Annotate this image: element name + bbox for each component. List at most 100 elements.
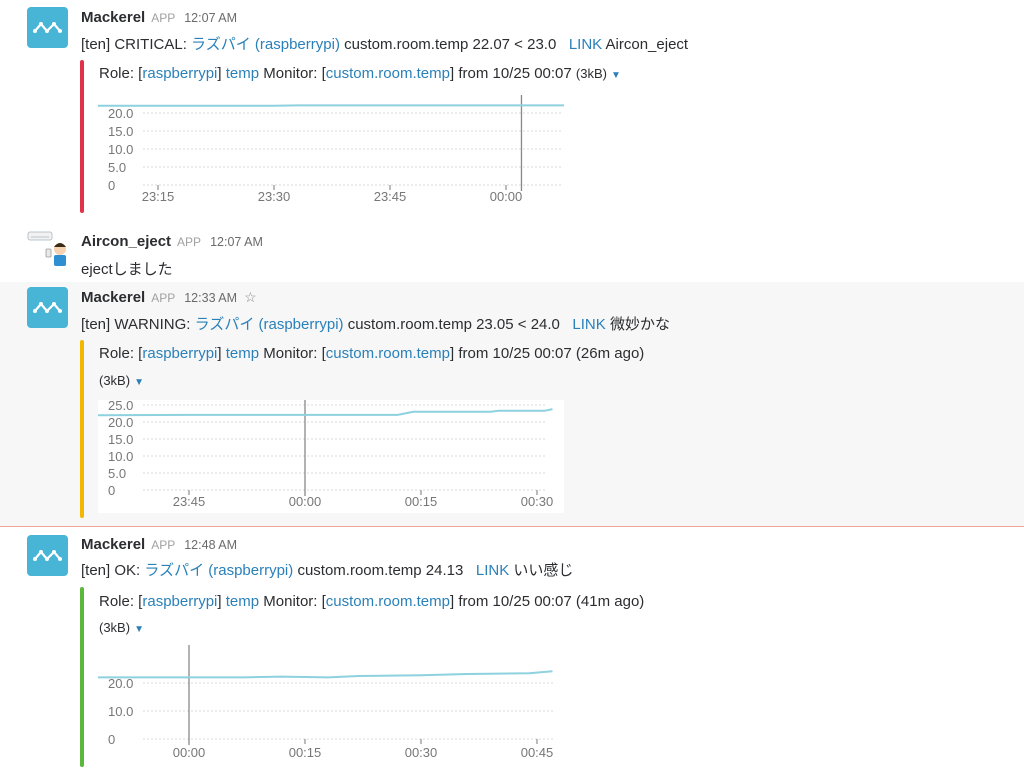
relative-time: (41m ago) (571, 593, 645, 610)
alert-note: Aircon_eject (605, 36, 689, 53)
alert-prefix: [ten] CRITICAL: (81, 36, 192, 53)
monitor-label: Monitor: [ (259, 593, 326, 610)
attachment-title: Role: [raspberrypi] temp Monitor: [custo… (99, 593, 644, 610)
message-header: Mackerel APP 12:07 AM (81, 9, 237, 26)
app-badge: APP (177, 235, 202, 249)
aircon-illustration-icon (27, 231, 66, 266)
role-link[interactable]: temp (226, 65, 259, 82)
host-link[interactable]: ラズパイ (raspberrypi) (195, 316, 344, 333)
alert-link[interactable]: LINK (569, 36, 602, 53)
attachment-bar-ok (80, 587, 84, 767)
alert-link[interactable]: LINK (476, 562, 509, 579)
graph-image[interactable]: 20.0 10.0 0 00:00 00:15 00:30 00:45 (98, 645, 564, 765)
monitor-link[interactable]: custom.room.temp (326, 65, 450, 82)
sender-name[interactable]: Mackerel (81, 9, 145, 26)
alert-note: いい感じ (513, 562, 574, 579)
message-header: Aircon_eject APP 12:07 AM (81, 233, 263, 250)
role-bracket: ] (217, 65, 226, 82)
y-tick-label: 20.0 (108, 106, 133, 121)
expand-caret-icon[interactable]: ▼ (134, 624, 144, 635)
attachment-title: Role: [raspberrypi] temp Monitor: [custo… (99, 345, 644, 362)
role-bracket: ] (217, 345, 226, 362)
star-icon[interactable]: ☆ (244, 289, 257, 305)
monitor-from: ] from 10/25 00:07 (450, 345, 572, 362)
mackerel-avatar[interactable] (27, 287, 68, 328)
y-tick-label: 25.0 (108, 400, 133, 413)
temperature-chart: 20.0 15.0 10.0 5.0 0 23:15 23:30 23:45 00:00 (98, 95, 564, 204)
timestamp[interactable]: 12:48 AM (184, 538, 237, 552)
message-header: Mackerel APP 12:48 AM (81, 536, 237, 553)
x-tick-label: 00:45 (521, 745, 554, 760)
monitor-label: Monitor: [ (259, 65, 326, 82)
x-tick-label: 00:00 (490, 189, 523, 204)
message-ok: Mackerel APP 12:48 AM [ten] OK: ラズパイ (rasp… (0, 527, 1024, 775)
mackerel-logo-icon (33, 22, 62, 33)
monitor-link[interactable]: custom.room.temp (326, 345, 450, 362)
service-link[interactable]: raspberrypi (142, 593, 217, 610)
graph-image[interactable]: 20.0 15.0 10.0 5.0 0 23:15 23:30 23:45 00:00 (98, 95, 564, 208)
host-link[interactable]: ラズパイ (raspberrypi) (191, 36, 340, 53)
alert-prefix: [ten] WARNING: (81, 316, 195, 333)
y-tick-label: 0 (108, 483, 115, 498)
role-link[interactable]: temp (226, 593, 259, 610)
sender-name[interactable]: Aircon_eject (81, 233, 171, 250)
sender-name[interactable]: Mackerel (81, 536, 145, 553)
y-tick-label: 15.0 (108, 432, 133, 447)
metric-text: custom.room.temp 22.07 < 23.0 (344, 36, 557, 53)
attachment-title: Role: [raspberrypi] temp Monitor: [custo… (99, 65, 621, 82)
alert-link[interactable]: LINK (572, 316, 605, 333)
x-tick-label: 00:15 (289, 745, 322, 760)
app-badge: APP (151, 538, 176, 552)
x-tick-label: 00:15 (405, 494, 438, 509)
monitor-link[interactable]: custom.room.temp (326, 593, 450, 610)
role-label: Role: [ (99, 345, 143, 362)
metric-text: custom.room.temp 24.13 (297, 562, 464, 579)
message-text: ejectしました (81, 261, 173, 278)
x-tick-label: 23:30 (258, 189, 291, 204)
x-tick-label: 23:15 (142, 189, 175, 204)
mackerel-avatar[interactable] (27, 535, 68, 576)
message-warning: Mackerel APP 12:33 AM ☆ [ten] WARNING: ラズパイ… (0, 282, 1024, 526)
alert-note: 微妙かな (609, 316, 670, 333)
role-bracket: ] (217, 593, 226, 610)
temperature-series-line (98, 408, 553, 417)
role-label: Role: [ (99, 593, 143, 610)
timestamp[interactable]: 12:07 AM (184, 11, 237, 25)
attachment-bar-critical (80, 60, 84, 213)
attachment-size-row: (3kB) ▼ (99, 619, 144, 636)
timestamp[interactable]: 12:07 AM (210, 235, 263, 249)
service-link[interactable]: raspberrypi (142, 345, 217, 362)
y-tick-label: 10.0 (108, 449, 133, 464)
x-tick-label: 00:30 (521, 494, 554, 509)
app-badge: APP (151, 291, 176, 305)
x-tick-label: 23:45 (173, 494, 206, 509)
y-tick-label: 0 (108, 178, 115, 193)
message-text: [ten] WARNING: ラズパイ (raspberrypi) custom… (81, 313, 670, 334)
y-tick-label: 10.0 (108, 704, 133, 719)
app-badge: APP (151, 11, 176, 25)
monitor-from: ] from 10/25 00:07 (450, 65, 572, 82)
service-link[interactable]: raspberrypi (142, 65, 217, 82)
temperature-chart: 25.0 20.0 15.0 10.0 5.0 0 23:45 00:00 00:15 00:30 (98, 400, 554, 509)
mackerel-logo-icon (33, 550, 62, 561)
y-tick-label: 15.0 (108, 124, 133, 139)
x-tick-label: 00:30 (405, 745, 438, 760)
sender-name[interactable]: Mackerel (81, 289, 145, 306)
mackerel-logo-icon (33, 302, 62, 313)
expand-caret-icon[interactable]: ▼ (134, 377, 144, 388)
graph-image[interactable]: 25.0 20.0 15.0 10.0 5.0 0 23:45 00:00 00:15 00:30 (98, 400, 564, 513)
expand-caret-icon[interactable]: ▼ (611, 70, 621, 81)
message-header: Mackerel APP 12:33 AM ☆ (81, 289, 257, 306)
monitor-label: Monitor: [ (259, 345, 326, 362)
alert-prefix: [ten] OK: (81, 562, 145, 579)
host-link[interactable]: ラズパイ (raspberrypi) (144, 562, 293, 579)
role-link[interactable]: temp (226, 345, 259, 362)
role-label: Role: [ (99, 65, 143, 82)
mackerel-avatar[interactable] (27, 7, 68, 48)
message-critical: Mackerel APP 12:07 AM [ten] CRITICAL: ラズパイ… (0, 0, 1024, 228)
y-tick-label: 5.0 (108, 160, 126, 175)
attachment-size: (3kB) (99, 373, 131, 388)
aircon-avatar[interactable] (27, 228, 68, 269)
timestamp[interactable]: 12:33 AM (184, 291, 237, 305)
attachment-size-row: (3kB) ▼ (99, 372, 144, 389)
